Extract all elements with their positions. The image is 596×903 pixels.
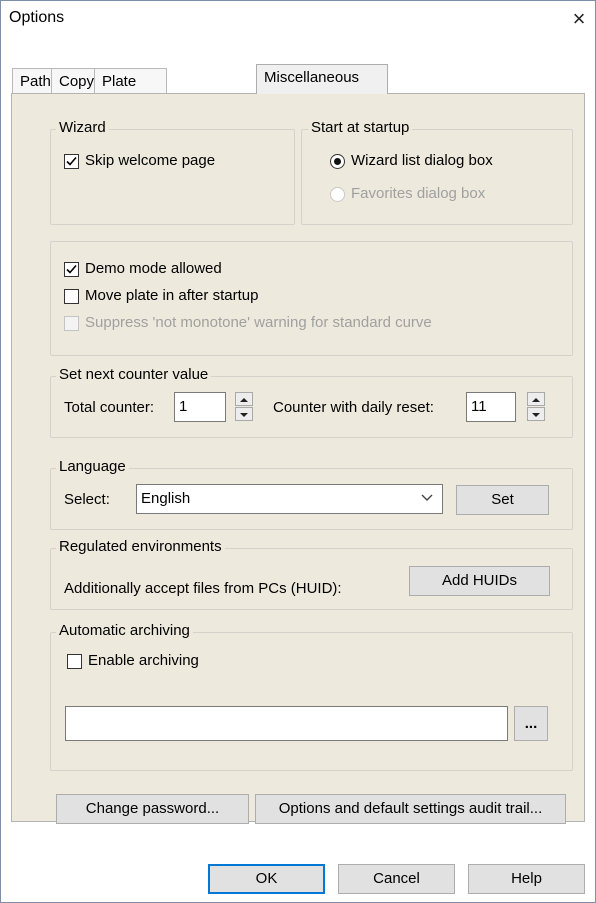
- language-select-label: Select:: [64, 491, 110, 508]
- language-select[interactable]: English: [136, 484, 443, 514]
- set-language-button[interactable]: Set: [456, 485, 549, 515]
- tab-plate-view[interactable]: Plate View: [94, 68, 167, 116]
- enable-archiving-label: Enable archiving: [88, 652, 199, 669]
- spin-up-button[interactable]: [527, 392, 545, 406]
- wizard-list-label: Wizard list dialog box: [351, 152, 493, 169]
- spin-down-button[interactable]: [235, 407, 253, 421]
- archiving-group-label: Automatic archiving: [56, 622, 193, 639]
- move-plate-checkbox[interactable]: [64, 289, 79, 304]
- wizard-list-radio[interactable]: [330, 154, 345, 169]
- cancel-button[interactable]: Cancel: [338, 864, 455, 894]
- demo-mode-label: Demo mode allowed: [85, 260, 222, 277]
- chevron-down-icon: [421, 494, 433, 501]
- daily-counter-label: Counter with daily reset:: [273, 399, 434, 416]
- startup-group: [301, 129, 573, 225]
- startup-group-label: Start at startup: [308, 119, 413, 136]
- tab-paths[interactable]: Paths: [12, 68, 58, 94]
- demo-mode-checkbox[interactable]: [64, 262, 79, 277]
- suppress-warning-label: Suppress 'not monotone' warning for stan…: [85, 314, 432, 331]
- wizard-group: [50, 129, 295, 225]
- move-plate-label: Move plate in after startup: [85, 287, 259, 304]
- archive-path-input[interactable]: [65, 706, 508, 741]
- add-huids-button[interactable]: Add HUIDs: [409, 566, 550, 596]
- counter-group-label: Set next counter value: [56, 366, 212, 383]
- checkmark-icon: [66, 264, 77, 274]
- favorites-radio[interactable]: [330, 187, 345, 202]
- regulated-group-label: Regulated environments: [56, 538, 225, 555]
- window-title: Options: [9, 9, 65, 26]
- skip-welcome-label: Skip welcome page: [85, 152, 216, 169]
- spin-down-button[interactable]: [527, 407, 545, 421]
- options-dialog: Options × Paths Copy Plate View Miscella…: [0, 0, 596, 903]
- checkmark-icon: [66, 156, 77, 166]
- daily-counter-input[interactable]: 11: [466, 392, 516, 422]
- radio-selected-dot: [334, 158, 341, 165]
- language-group-label: Language: [56, 458, 129, 475]
- language-select-value: English: [141, 490, 191, 507]
- huid-description: Additionally accept files from PCs (HUID…: [64, 580, 342, 597]
- audit-trail-button[interactable]: Options and default settings audit trail…: [255, 794, 566, 824]
- total-counter-label: Total counter:: [64, 399, 155, 416]
- tab-miscellaneous[interactable]: Miscellaneous: [256, 64, 388, 94]
- daily-counter-spinner[interactable]: [527, 392, 545, 422]
- close-icon[interactable]: ×: [567, 4, 591, 34]
- enable-archiving-checkbox[interactable]: [67, 654, 82, 669]
- browse-button[interactable]: ...: [514, 706, 548, 741]
- tab-copy[interactable]: Copy: [51, 68, 95, 94]
- favorites-label: Favorites dialog box: [351, 185, 486, 202]
- wizard-group-label: Wizard: [56, 119, 109, 136]
- total-counter-spinner[interactable]: [235, 392, 253, 422]
- spin-up-button[interactable]: [235, 392, 253, 406]
- suppress-warning-checkbox[interactable]: [64, 316, 79, 331]
- skip-welcome-checkbox[interactable]: [64, 154, 79, 169]
- miscellaneous-panel: Wizard Skip welcome page Start at startu…: [11, 93, 585, 824]
- help-button[interactable]: Help: [468, 864, 585, 894]
- title-bar: Options ×: [1, 1, 595, 39]
- ok-button[interactable]: OK: [208, 864, 325, 894]
- change-password-button[interactable]: Change password...: [56, 794, 249, 824]
- total-counter-input[interactable]: 1: [174, 392, 226, 422]
